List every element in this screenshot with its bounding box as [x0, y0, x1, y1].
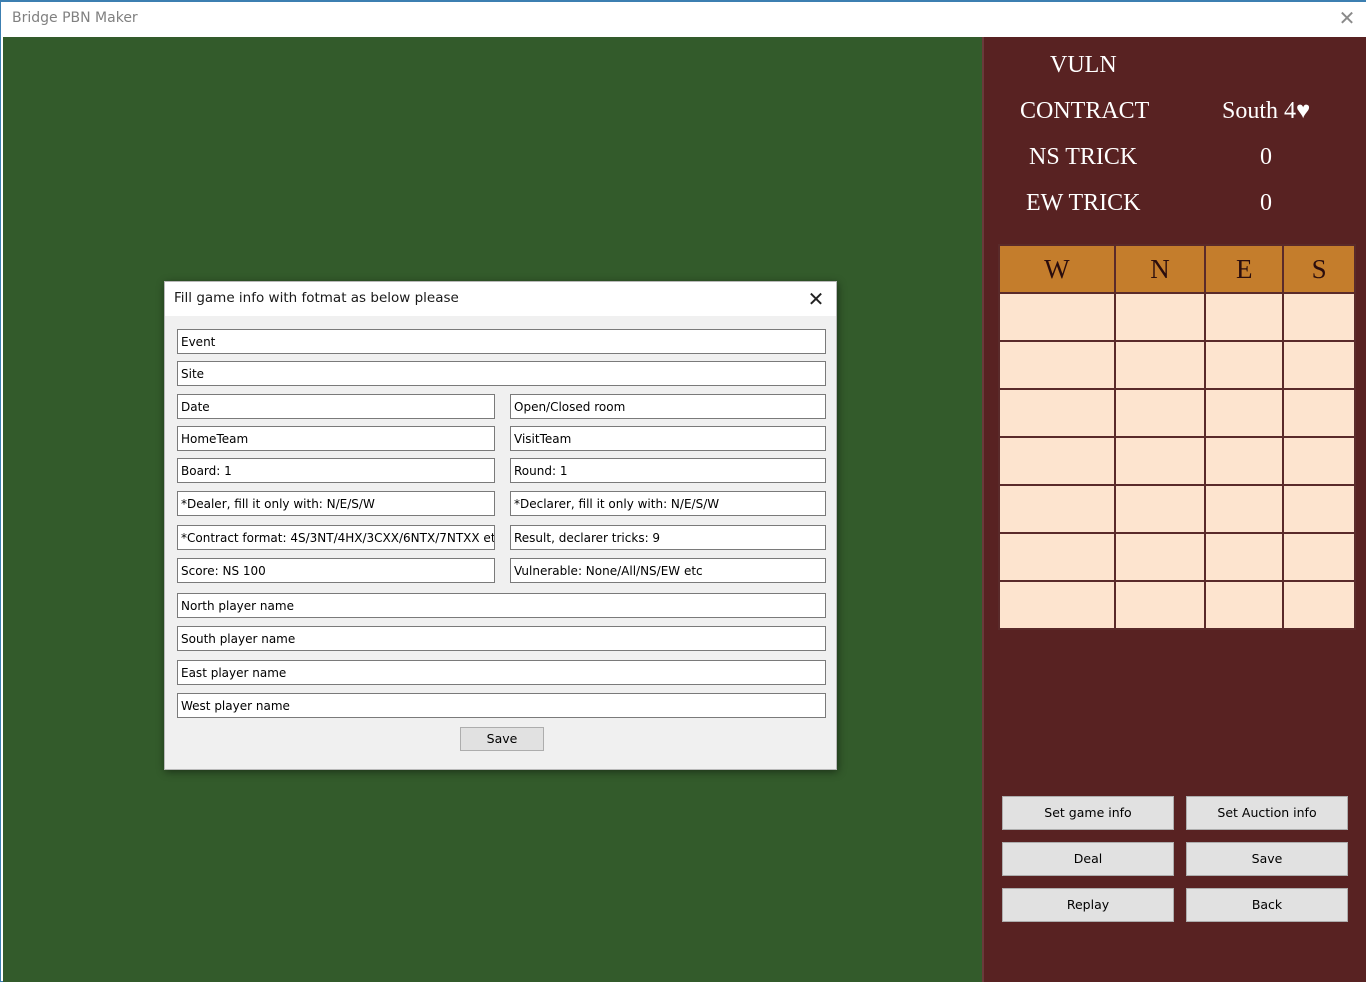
declarer-field[interactable]	[510, 491, 826, 516]
dialog-title-bar: Fill game info with fotmat as below plea…	[165, 282, 836, 316]
bidding-row	[998, 292, 1356, 342]
bidding-cell	[1204, 580, 1285, 630]
set-game-info-button[interactable]: Set game info	[1002, 796, 1174, 830]
bidding-cell	[1113, 484, 1207, 534]
south-player-field[interactable]	[177, 626, 826, 651]
bidding-header-east: E	[1204, 244, 1285, 294]
window-title: Bridge PBN Maker	[12, 10, 138, 26]
ns-trick-value: 0	[1260, 144, 1272, 170]
bidding-cell	[1282, 532, 1356, 582]
bidding-row	[998, 340, 1356, 390]
north-player-field[interactable]	[177, 593, 826, 618]
title-bar: Bridge PBN Maker ✕	[1, 0, 1366, 37]
visit-team-field[interactable]	[510, 426, 826, 451]
round-field[interactable]	[510, 458, 826, 483]
back-button[interactable]: Back	[1186, 888, 1348, 922]
bidding-cell	[1282, 388, 1356, 438]
bidding-cell	[1204, 484, 1285, 534]
deal-button[interactable]: Deal	[1002, 842, 1174, 876]
bidding-body	[998, 292, 1356, 630]
event-field[interactable]	[177, 329, 826, 354]
bidding-cell	[998, 292, 1116, 342]
bidding-header-west: W	[998, 244, 1116, 294]
dialog-save-button[interactable]: Save	[460, 727, 544, 751]
bidding-row	[998, 580, 1356, 630]
bidding-row	[998, 532, 1356, 582]
bidding-cell	[1282, 292, 1356, 342]
bidding-cell	[998, 436, 1116, 486]
contract-value: South 4♥	[1222, 98, 1311, 124]
ew-trick-label: EW TRICK	[1026, 190, 1141, 216]
board-field[interactable]	[177, 458, 495, 483]
bidding-header-south: S	[1282, 244, 1356, 294]
bidding-cell	[1282, 580, 1356, 630]
ew-trick-value: 0	[1260, 190, 1272, 216]
bidding-cell	[1204, 436, 1285, 486]
bidding-grid: W N E S	[998, 244, 1356, 630]
bidding-row	[998, 436, 1356, 486]
dialog-close-icon[interactable]: ✕	[802, 285, 830, 313]
bidding-cell	[998, 388, 1116, 438]
bidding-cell	[1204, 388, 1285, 438]
bidding-row	[998, 484, 1356, 534]
bidding-header-row: W N E S	[998, 244, 1356, 294]
set-auction-info-button[interactable]: Set Auction info	[1186, 796, 1348, 830]
dialog-title: Fill game info with fotmat as below plea…	[174, 290, 459, 306]
date-field[interactable]	[177, 394, 495, 419]
bidding-header-north: N	[1113, 244, 1207, 294]
save-button[interactable]: Save	[1186, 842, 1348, 876]
bidding-cell	[1113, 292, 1207, 342]
bidding-cell	[1113, 532, 1207, 582]
bidding-cell	[1282, 340, 1356, 390]
bidding-row	[998, 388, 1356, 438]
bidding-cell	[1113, 388, 1207, 438]
app-window: Bridge PBN Maker ✕ VULN CONTRACT South 4…	[0, 0, 1366, 982]
site-field[interactable]	[177, 361, 826, 386]
bidding-cell	[998, 580, 1116, 630]
bidding-cell	[1204, 292, 1285, 342]
side-panel: VULN CONTRACT South 4♥ NS TRICK 0 EW TRI…	[982, 37, 1366, 982]
ns-trick-label: NS TRICK	[1029, 144, 1138, 170]
west-player-field[interactable]	[177, 693, 826, 718]
room-field[interactable]	[510, 394, 826, 419]
bidding-cell	[1282, 436, 1356, 486]
game-info-dialog: Fill game info with fotmat as below plea…	[164, 281, 837, 770]
score-field[interactable]	[177, 558, 495, 583]
bidding-cell	[1204, 532, 1285, 582]
bidding-cell	[1204, 340, 1285, 390]
home-team-field[interactable]	[177, 426, 495, 451]
bidding-cell	[1113, 436, 1207, 486]
bidding-cell	[1113, 580, 1207, 630]
result-field[interactable]	[510, 525, 826, 550]
replay-button[interactable]: Replay	[1002, 888, 1174, 922]
title-accent-line	[1, 0, 1366, 2]
bidding-cell	[998, 532, 1116, 582]
contract-label: CONTRACT	[1020, 98, 1150, 124]
east-player-field[interactable]	[177, 660, 826, 685]
window-close-icon[interactable]: ✕	[1333, 4, 1361, 32]
bidding-cell	[998, 484, 1116, 534]
contract-field[interactable]	[177, 525, 495, 550]
vuln-label: VULN	[1050, 52, 1117, 78]
bidding-cell	[1113, 340, 1207, 390]
bidding-cell	[998, 340, 1116, 390]
dealer-field[interactable]	[177, 491, 495, 516]
bidding-cell	[1282, 484, 1356, 534]
vulnerable-field[interactable]	[510, 558, 826, 583]
